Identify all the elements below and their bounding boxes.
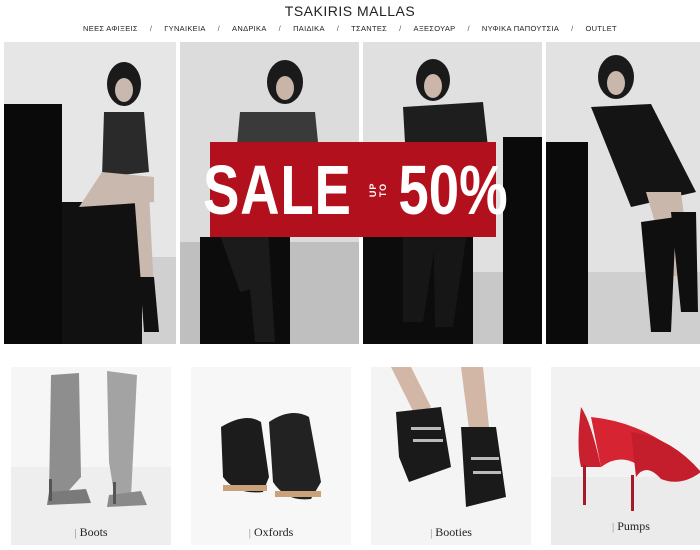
sale-word: SALE — [203, 150, 353, 229]
category-label-booties[interactable]: | Booties — [371, 525, 531, 540]
nav-separator: / — [149, 24, 153, 33]
nav-item-accessories[interactable]: ΑΞΕΣΟΥΑΡ — [414, 24, 456, 33]
hero-photo-model-1 — [4, 42, 176, 344]
category-label-boots[interactable]: | Boots — [11, 525, 171, 540]
sale-badge[interactable]: SALE UP TO 50% — [203, 142, 508, 237]
sale-up-to: UP TO — [368, 182, 389, 197]
category-label-oxfords[interactable]: | Oxfords — [191, 525, 351, 540]
category-card-booties[interactable]: | Booties — [371, 367, 531, 545]
nav-item-kids[interactable]: ΠΑΙΔΙΚΑ — [293, 24, 325, 33]
brand-logo[interactable]: TSAKIRIS MALLAS — [0, 3, 700, 19]
oxfords-image — [191, 367, 351, 545]
nav-item-bridal-shoes[interactable]: ΝΥΦΙΚΑ ΠΑΠΟΥΤΣΙΑ — [482, 24, 559, 33]
category-label-pumps[interactable]: | Pumps — [551, 519, 700, 534]
nav-separator: / — [278, 24, 282, 33]
boots-image — [11, 367, 171, 545]
nav-item-men[interactable]: ΑΝΔΡΙΚΑ — [232, 24, 267, 33]
nav-separator: / — [217, 24, 221, 33]
nav-separator: / — [571, 24, 574, 33]
nav-item-women[interactable]: ΓΥΝΑΙΚΕΙΑ — [164, 24, 205, 33]
category-card-boots[interactable]: | Boots — [11, 367, 171, 545]
category-card-oxfords[interactable]: | Oxfords — [191, 367, 351, 545]
booties-image — [371, 367, 531, 545]
sale-percent: 50% — [398, 150, 509, 229]
hero-banner[interactable]: SALE UP TO 50% — [0, 42, 700, 344]
nav-item-new-arrivals[interactable]: ΝΕΕΣ ΑΦΙΞΕΙΣ — [83, 24, 138, 33]
category-card-pumps[interactable]: | Pumps — [551, 367, 700, 545]
nav-item-bags[interactable]: ΤΣΑΝΤΕΣ — [351, 24, 387, 33]
main-nav: ΝΕΕΣ ΑΦΙΞΕΙΣ / ΓΥΝΑΙΚΕΙΑ / ΑΝΔΡΙΚΑ / ΠΑΙ… — [0, 24, 700, 33]
nav-separator: / — [336, 24, 340, 33]
nav-separator: / — [399, 24, 402, 33]
hero-photo-model-4 — [546, 42, 700, 344]
nav-separator: / — [467, 24, 470, 33]
nav-item-outlet[interactable]: OUTLET — [586, 24, 617, 33]
